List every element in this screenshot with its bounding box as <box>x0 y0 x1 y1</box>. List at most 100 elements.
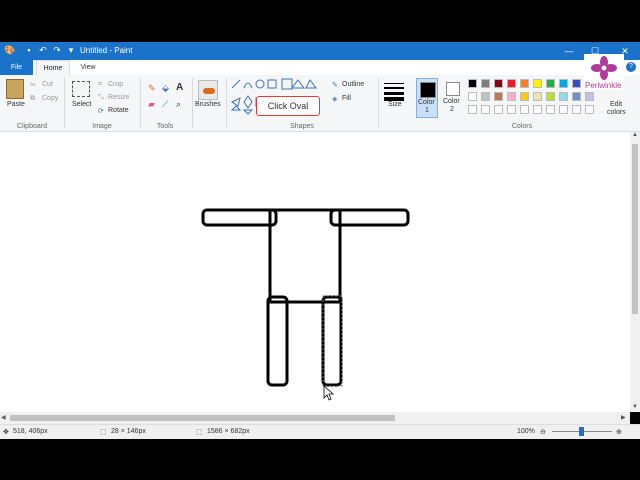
color1-number: 1 <box>425 107 429 114</box>
palette-swatch[interactable] <box>507 79 516 88</box>
selection-size: 28 × 146px <box>111 428 146 435</box>
resize-icon[interactable]: ⤡ <box>98 94 104 102</box>
palette-swatch[interactable] <box>533 92 542 101</box>
scroll-right-icon[interactable]: ▶ <box>621 414 626 421</box>
text-icon[interactable]: A <box>176 82 183 93</box>
palette-swatch-empty[interactable] <box>585 105 594 114</box>
minimize-button[interactable]: — <box>562 44 576 58</box>
help-icon[interactable]: ? <box>626 62 636 72</box>
zoom-slider-thumb[interactable] <box>579 427 584 436</box>
copy-button[interactable]: Copy <box>42 95 58 102</box>
tab-view[interactable]: View <box>74 60 102 75</box>
color1-button[interactable]: Color 1 <box>416 78 438 118</box>
palette-swatch[interactable] <box>572 79 581 88</box>
edit-colors-label-2[interactable]: colors <box>607 109 626 116</box>
undo-quick-icon[interactable]: ↶ <box>38 45 48 55</box>
palette-swatch[interactable] <box>520 92 529 101</box>
palette-swatch-empty[interactable] <box>520 105 529 114</box>
brushes-button[interactable]: Brushes <box>195 101 221 108</box>
shape-tooltip: Click Oval <box>256 96 320 116</box>
resize-button[interactable]: Resize <box>108 94 129 101</box>
cursor-position: 518, 406px <box>13 428 48 435</box>
palette-swatch-empty[interactable] <box>494 105 503 114</box>
fill-button[interactable]: Fill <box>342 95 351 102</box>
palette-swatch[interactable] <box>559 92 568 101</box>
right-arm-shape <box>329 208 410 227</box>
scroll-up-icon[interactable]: ▲ <box>632 132 638 138</box>
pencil-icon[interactable]: ✎ <box>148 83 156 94</box>
zoom-level: 100% <box>517 428 535 435</box>
horizontal-scrollbar[interactable]: ◀ ▶ <box>0 412 630 424</box>
palette-swatch[interactable] <box>494 92 503 101</box>
size-button[interactable]: Size <box>388 101 402 108</box>
palette-swatch[interactable] <box>494 79 503 88</box>
zoom-in-icon[interactable]: ⊕ <box>616 428 622 436</box>
divider <box>64 78 65 128</box>
palette-swatch-empty[interactable] <box>468 105 477 114</box>
drawing-canvas[interactable] <box>0 132 630 412</box>
customize-quick-icon[interactable]: ▾ <box>66 45 76 55</box>
tab-home[interactable]: Home <box>36 60 70 76</box>
brush-icon[interactable] <box>198 80 218 100</box>
fill-bucket-icon[interactable]: ⬙ <box>162 83 169 94</box>
palette-swatch[interactable] <box>533 79 542 88</box>
redo-quick-icon[interactable]: ↷ <box>52 45 62 55</box>
palette-swatch[interactable] <box>585 92 594 101</box>
canvas-drawing[interactable] <box>0 132 630 412</box>
outline-button[interactable]: Outline <box>342 81 364 88</box>
paint-app-icon[interactable]: 🎨 <box>4 45 15 55</box>
fill-icon[interactable]: ◈ <box>332 95 337 103</box>
crop-button[interactable]: Crop <box>108 81 123 88</box>
palette-swatch-empty[interactable] <box>481 105 490 114</box>
color-picker-icon[interactable]: ⟋ <box>162 99 168 110</box>
copy-icon[interactable]: ⧉ <box>30 95 35 103</box>
edit-colors-label[interactable]: Edit <box>610 101 622 108</box>
palette-swatch[interactable] <box>572 92 581 101</box>
color2-button[interactable]: Color 2 <box>442 78 464 118</box>
rotate-icon[interactable]: ⟳ <box>98 107 104 115</box>
cut-button[interactable]: Cut <box>42 81 53 88</box>
scroll-left-icon[interactable]: ◀ <box>1 414 6 421</box>
outline-icon[interactable]: ✎ <box>332 81 338 89</box>
palette-swatch[interactable] <box>468 79 477 88</box>
crop-icon[interactable]: ⌗ <box>98 81 102 89</box>
palette-swatch[interactable] <box>546 79 555 88</box>
palette-swatch[interactable] <box>546 92 555 101</box>
scroll-down-icon[interactable]: ▼ <box>632 404 638 410</box>
left-leg-shape <box>266 295 289 387</box>
save-quick-icon[interactable]: ▪ <box>24 45 34 55</box>
paste-button[interactable]: Paste <box>7 101 25 108</box>
tab-file[interactable]: File <box>0 60 33 75</box>
selection-box <box>322 295 343 387</box>
rotate-button[interactable]: Rotate <box>108 107 129 114</box>
palette-swatch[interactable] <box>481 79 490 88</box>
magnifier-icon[interactable]: ⌕ <box>176 99 181 110</box>
colors-group-label: Colors <box>511 123 533 130</box>
horizontal-scroll-thumb[interactable] <box>10 415 395 421</box>
paste-icon[interactable] <box>6 79 24 99</box>
palette-swatch[interactable] <box>520 79 529 88</box>
palette-swatch[interactable] <box>507 92 516 101</box>
palette-swatch[interactable] <box>559 79 568 88</box>
zoom-out-icon[interactable]: ⊖ <box>540 428 546 436</box>
palette-swatch[interactable] <box>481 92 490 101</box>
palette-swatch-empty[interactable] <box>572 105 581 114</box>
color2-label: Color <box>443 98 460 105</box>
vertical-scroll-thumb[interactable] <box>632 144 638 314</box>
select-icon[interactable] <box>72 81 90 97</box>
size-icon[interactable] <box>384 81 404 101</box>
palette-swatch-empty[interactable] <box>533 105 542 114</box>
tools-group-label: Tools <box>156 123 174 130</box>
palette-swatch-empty[interactable] <box>559 105 568 114</box>
canvas-size: 1586 × 682px <box>207 428 250 435</box>
vertical-scrollbar[interactable]: ▲ ▼ <box>630 132 640 412</box>
divider <box>226 78 227 128</box>
select-button[interactable]: Select <box>72 101 91 108</box>
cut-icon[interactable]: ✂ <box>30 81 36 89</box>
palette-swatch-empty[interactable] <box>507 105 516 114</box>
palette-swatch[interactable] <box>468 92 477 101</box>
divider <box>140 78 141 128</box>
eraser-icon[interactable]: ▰ <box>148 99 155 110</box>
palette-swatch-empty[interactable] <box>546 105 555 114</box>
right-leg-shape <box>321 295 343 387</box>
